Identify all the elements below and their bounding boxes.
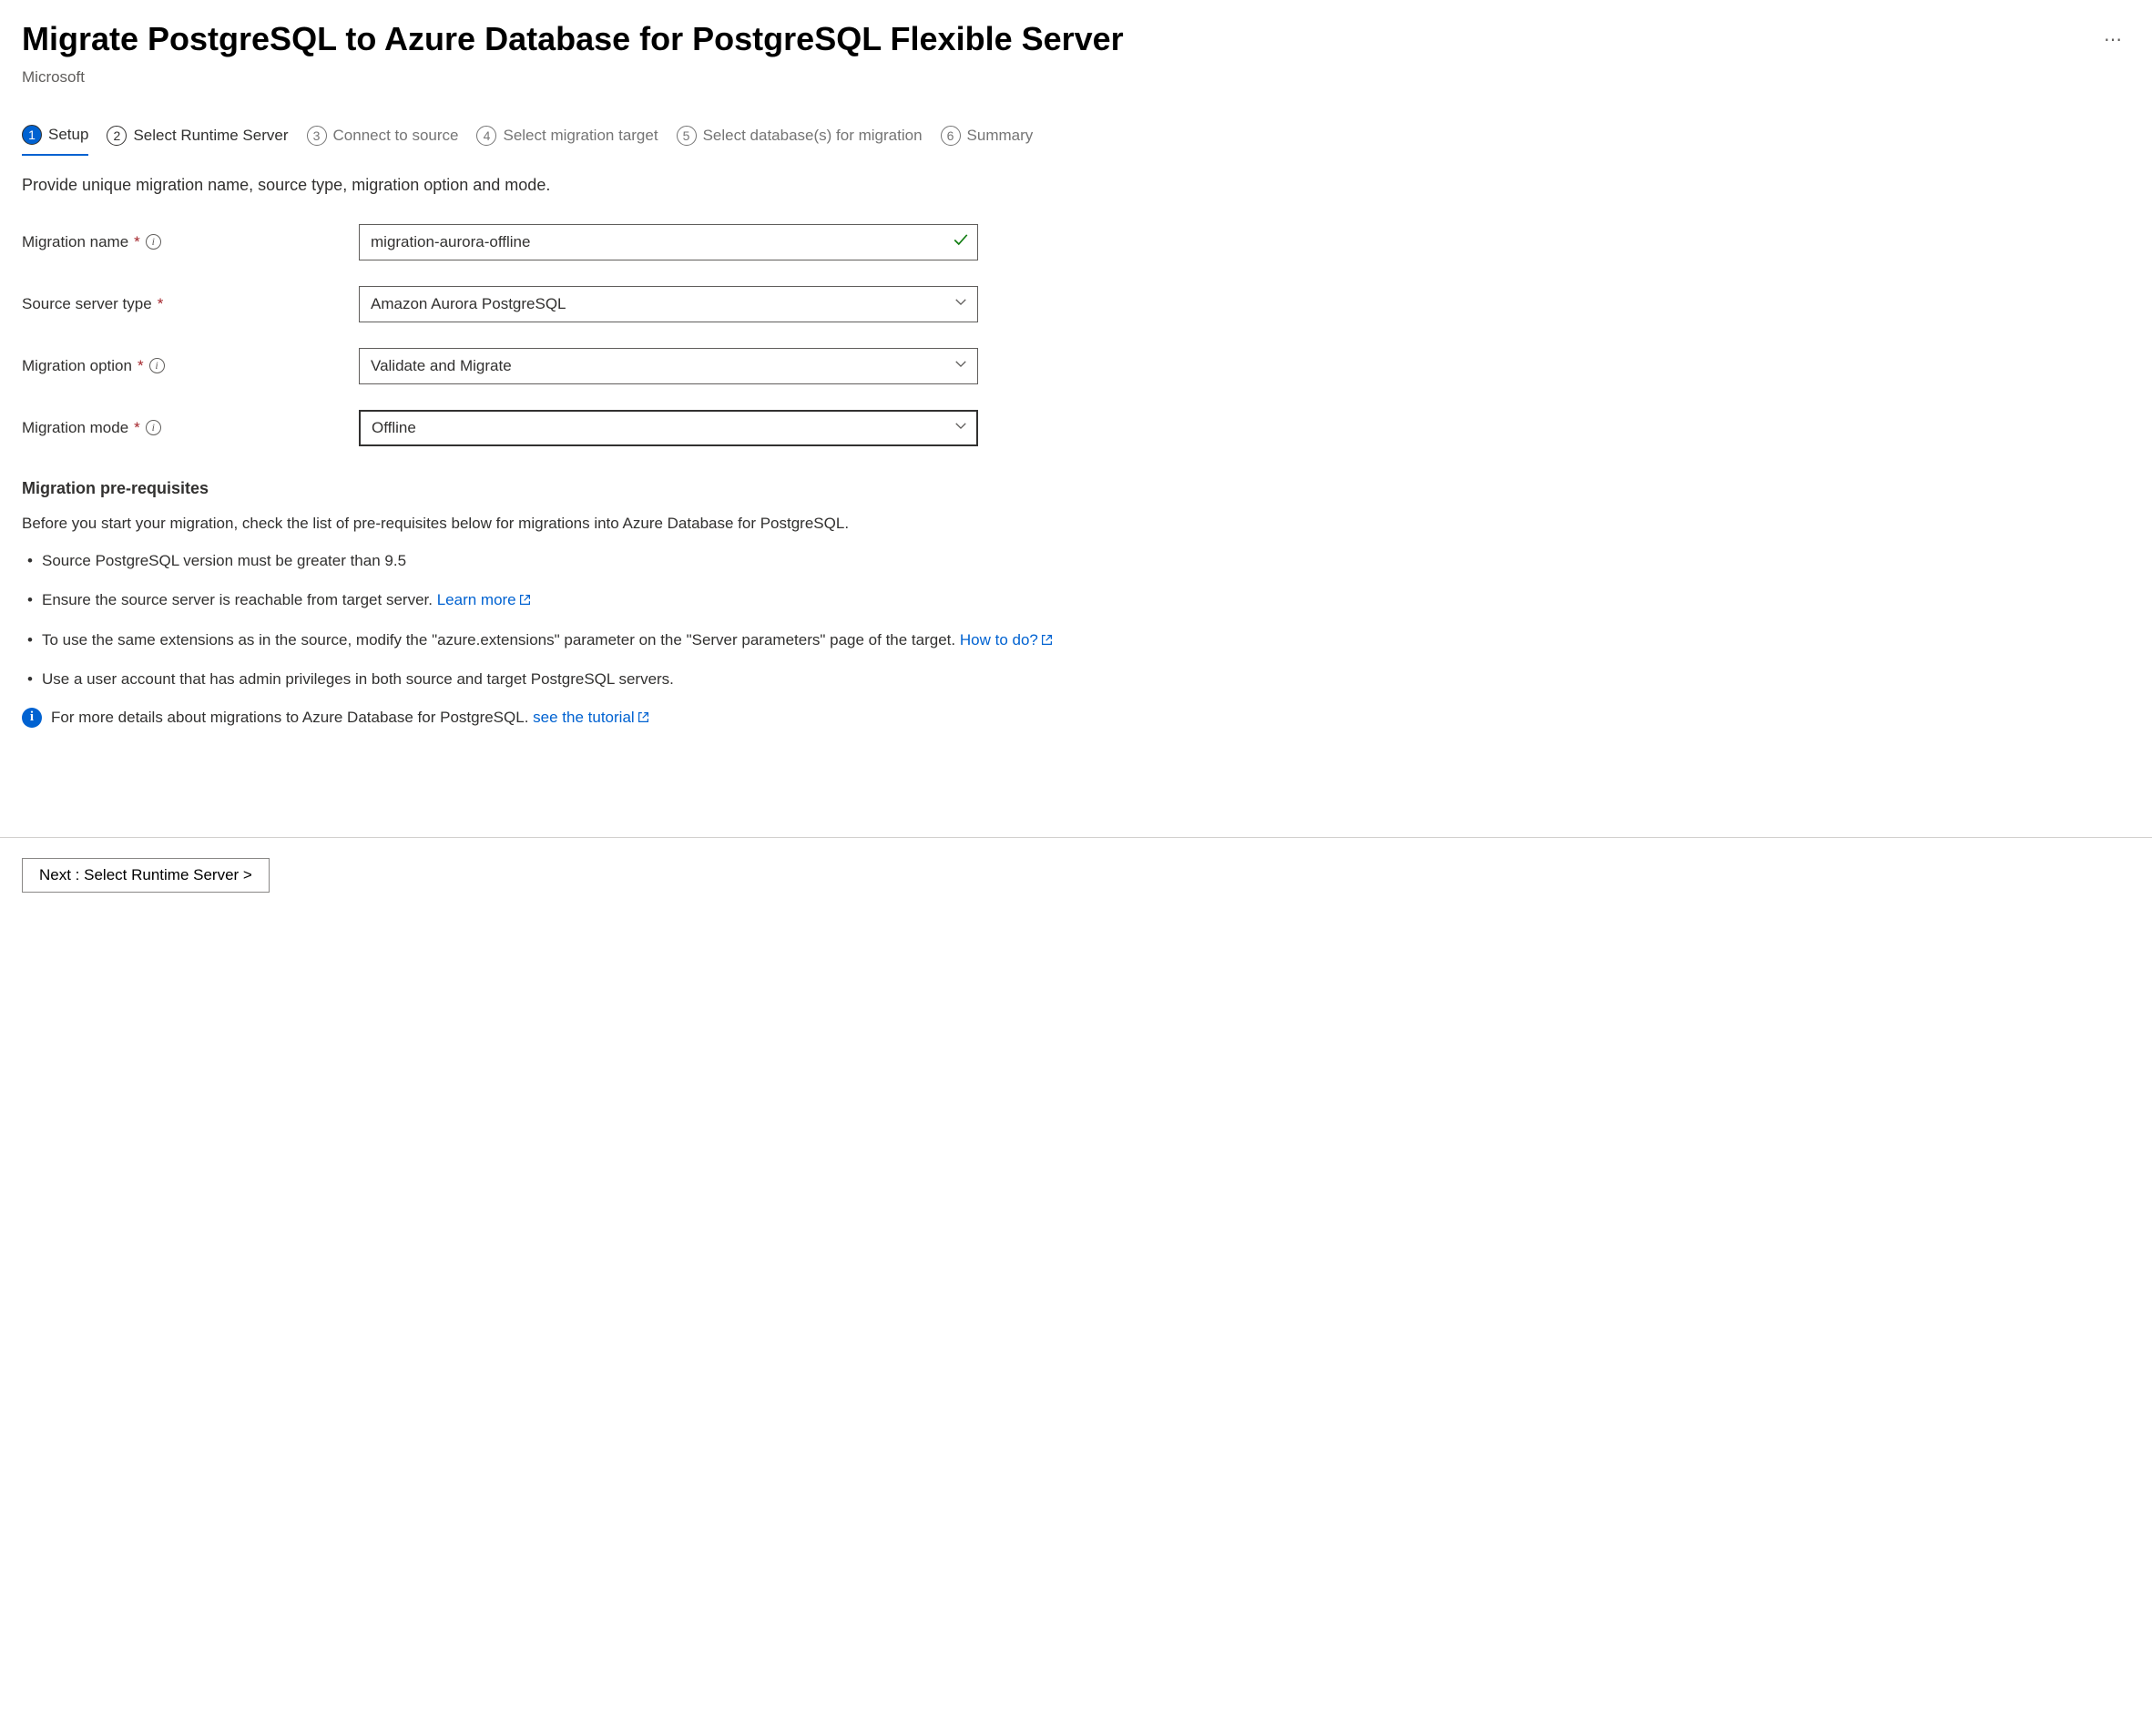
how-to-link[interactable]: How to do?	[960, 631, 1053, 648]
info-icon[interactable]: i	[146, 420, 161, 435]
external-link-icon	[1041, 634, 1053, 646]
prereq-heading: Migration pre-requisites	[22, 479, 2130, 498]
tab-number: 5	[677, 126, 697, 146]
prereq-item: Source PostgreSQL version must be greate…	[22, 549, 2130, 573]
tab-number: 1	[22, 125, 42, 145]
tab-select-runtime[interactable]: 2 Select Runtime Server	[107, 119, 288, 156]
tab-label: Select Runtime Server	[133, 127, 288, 145]
more-actions-button[interactable]: ⋯	[2096, 25, 2130, 55]
required-indicator: *	[158, 295, 164, 313]
info-text: For more details about migrations to Azu…	[51, 709, 649, 727]
required-indicator: *	[134, 419, 140, 437]
required-indicator: *	[134, 233, 140, 251]
external-link-icon	[519, 594, 531, 606]
migration-name-label: Migration name * i	[22, 233, 359, 251]
tab-select-databases[interactable]: 5 Select database(s) for migration	[677, 119, 923, 156]
prereq-item: Use a user account that has admin privil…	[22, 668, 2130, 691]
info-filled-icon: i	[22, 708, 42, 728]
tab-label: Summary	[967, 127, 1034, 145]
wizard-tabs: 1 Setup 2 Select Runtime Server 3 Connec…	[22, 119, 2130, 156]
migration-option-label: Migration option * i	[22, 357, 359, 375]
required-indicator: *	[138, 357, 144, 375]
source-type-label: Source server type *	[22, 295, 359, 313]
tab-setup[interactable]: 1 Setup	[22, 119, 88, 156]
learn-more-link[interactable]: Learn more	[437, 591, 531, 608]
tab-label: Select database(s) for migration	[703, 127, 923, 145]
tab-label: Select migration target	[503, 127, 658, 145]
tab-number: 4	[476, 126, 496, 146]
tab-number: 6	[941, 126, 961, 146]
migration-name-input[interactable]	[359, 224, 978, 260]
prereq-item: To use the same extensions as in the sou…	[22, 628, 2130, 652]
external-link-icon	[637, 711, 649, 723]
tab-label: Setup	[48, 126, 88, 144]
tab-number: 3	[307, 126, 327, 146]
tab-summary[interactable]: 6 Summary	[941, 119, 1034, 156]
migration-mode-label: Migration mode * i	[22, 419, 359, 437]
tab-label: Connect to source	[333, 127, 459, 145]
checkmark-icon	[953, 231, 969, 252]
info-icon[interactable]: i	[146, 234, 161, 250]
next-button[interactable]: Next : Select Runtime Server >	[22, 858, 270, 893]
source-type-select[interactable]: Amazon Aurora PostgreSQL	[359, 286, 978, 322]
tab-number: 2	[107, 126, 127, 146]
prereq-item: Ensure the source server is reachable fr…	[22, 588, 2130, 612]
subtitle: Microsoft	[22, 68, 2130, 87]
tab-migration-target[interactable]: 4 Select migration target	[476, 119, 658, 156]
tutorial-link[interactable]: see the tutorial	[533, 709, 649, 726]
tab-connect-source[interactable]: 3 Connect to source	[307, 119, 459, 156]
info-icon[interactable]: i	[149, 358, 165, 373]
migration-option-select[interactable]: Validate and Migrate	[359, 348, 978, 384]
prereq-intro: Before you start your migration, check t…	[22, 515, 2130, 533]
tab-description: Provide unique migration name, source ty…	[22, 176, 2130, 195]
migration-mode-select[interactable]: Offline	[359, 410, 978, 446]
page-title: Migrate PostgreSQL to Azure Database for…	[22, 18, 1124, 61]
